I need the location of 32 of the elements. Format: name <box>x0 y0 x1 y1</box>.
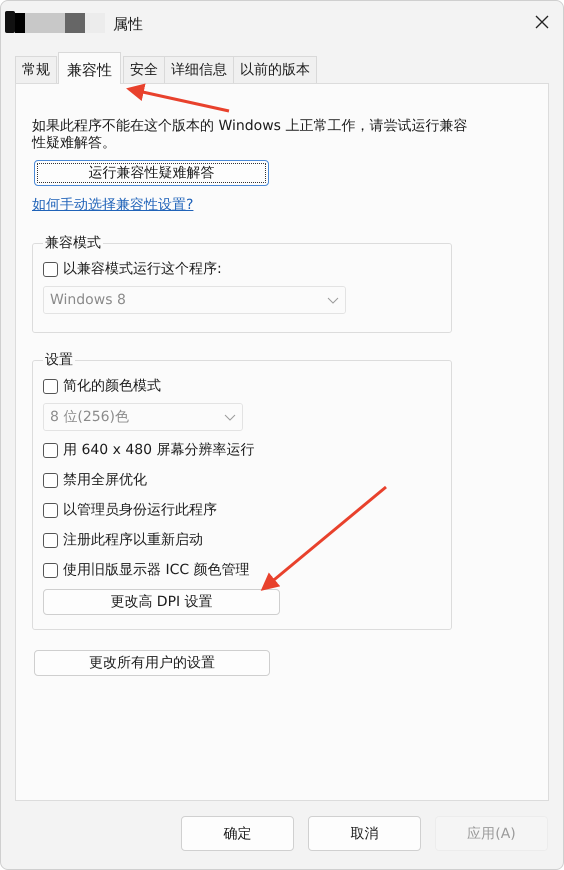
app-icon <box>5 11 15 33</box>
close-icon <box>535 15 549 29</box>
checkbox[interactable] <box>43 442 58 458</box>
tab[interactable]: 以前的版本 <box>233 56 317 83</box>
checkbox-label[interactable]: 禁用全屏优化 <box>63 471 147 489</box>
checkbox[interactable] <box>43 262 58 276</box>
tab[interactable]: 安全 <box>123 56 165 83</box>
help-link[interactable]: 如何手动选择兼容性设置? <box>32 196 194 214</box>
window-title: 属性 <box>113 14 143 34</box>
checkbox[interactable] <box>43 472 58 488</box>
checkbox-label[interactable]: 简化的颜色模式 <box>63 377 161 395</box>
checkbox-label[interactable]: 以管理员身份运行此程序 <box>63 501 217 519</box>
group-title: 设置 <box>44 351 74 369</box>
checkbox[interactable] <box>43 562 58 578</box>
dialog-button[interactable]: 取消 <box>308 816 421 851</box>
checkbox-label[interactable]: 注册此程序以重新启动 <box>63 531 203 549</box>
tab[interactable]: 兼容性 <box>58 52 121 84</box>
change-dpi-button[interactable]: 更改高 DPI 设置 <box>43 589 280 615</box>
description-text: 如果此程序不能在这个版本的 Windows 上正常工作，请尝试运行兼容性疑难解答。 <box>32 118 468 152</box>
checkbox[interactable] <box>43 532 58 548</box>
checkbox-label[interactable]: 用 640 x 480 屏幕分辨率运行 <box>63 441 255 459</box>
all-users-button[interactable]: 更改所有用户的设置 <box>34 650 270 676</box>
dialog-button[interactable]: 确定 <box>181 816 294 851</box>
tab[interactable]: 常规 <box>15 56 57 83</box>
chevron-down-icon <box>224 414 236 420</box>
checkbox-label[interactable]: 使用旧版显示器 ICC 颜色管理 <box>63 561 250 579</box>
troubleshoot-button[interactable]: 运行兼容性疑难解答 <box>34 160 269 186</box>
checkbox[interactable] <box>43 502 58 518</box>
checkbox-label[interactable]: 以兼容模式运行这个程序: <box>63 260 222 278</box>
chevron-down-icon <box>327 296 339 304</box>
group-title: 兼容模式 <box>44 234 102 252</box>
checkbox[interactable] <box>43 378 58 394</box>
